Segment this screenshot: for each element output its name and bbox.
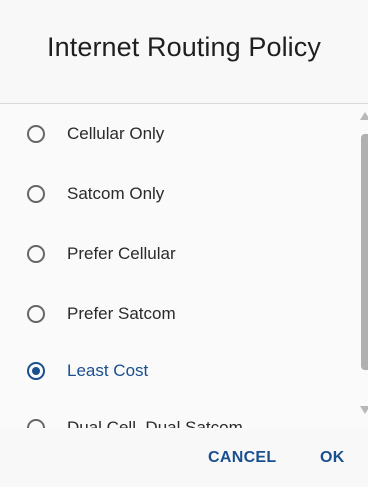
option-list[interactable]: Cellular Only Satcom Only Prefer Cellula… (0, 104, 368, 428)
option-label: Dual Cell, Dual Satcom (67, 418, 243, 428)
option-label: Least Cost (67, 361, 149, 380)
dialog-actions: CANCEL OK (0, 428, 368, 487)
option-label: Satcom Only (67, 184, 165, 203)
option-label: Prefer Cellular (67, 244, 176, 263)
dialog-title: Internet Routing Policy (0, 0, 368, 104)
option-label: Cellular Only (67, 124, 165, 143)
option-label: Prefer Satcom (67, 304, 176, 323)
radio-button-icon[interactable] (27, 245, 45, 263)
scroll-down-arrow-icon[interactable] (360, 406, 368, 414)
option-prefer-satcom[interactable]: Prefer Satcom (0, 284, 350, 344)
radio-button-icon[interactable] (27, 419, 45, 428)
radio-button-icon[interactable] (27, 305, 45, 323)
radio-button-checked-icon[interactable] (27, 362, 45, 380)
routing-policy-dialog: Internet Routing Policy Cellular Only Sa… (0, 0, 368, 487)
cancel-button[interactable]: CANCEL (208, 428, 276, 487)
option-satcom-only[interactable]: Satcom Only (0, 164, 350, 224)
radio-button-icon[interactable] (27, 125, 45, 143)
scrollbar-thumb[interactable] (361, 134, 368, 370)
radio-button-icon[interactable] (27, 185, 45, 203)
option-cellular-only[interactable]: Cellular Only (0, 104, 350, 164)
scroll-up-arrow-icon[interactable] (360, 112, 368, 120)
option-dual-cell-dual-satcom[interactable]: Dual Cell, Dual Satcom (0, 398, 350, 428)
ok-button[interactable]: OK (320, 428, 345, 487)
option-prefer-cellular[interactable]: Prefer Cellular (0, 224, 350, 284)
option-least-cost[interactable]: Least Cost (0, 341, 350, 401)
